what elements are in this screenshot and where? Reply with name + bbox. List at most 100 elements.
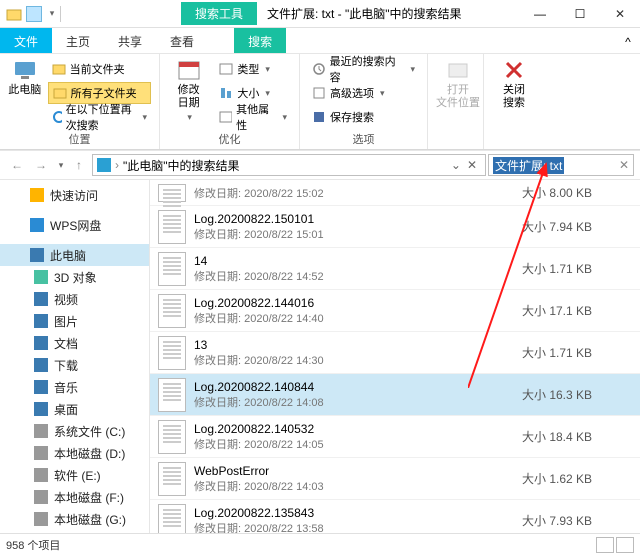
nav-quick-access[interactable]: 快速访问 (0, 184, 149, 206)
maximize-button[interactable]: ☐ (560, 0, 600, 28)
file-modified: 修改日期: 2020/8/22 14:05 (194, 436, 514, 452)
ribbon: 此电脑 当前文件夹 所有子文件夹 在以下位置再次搜索 位置 修改 日期 类型 大… (0, 54, 640, 150)
minimize-button[interactable]: — (520, 0, 560, 28)
file-name: Log.20200822.140532 (194, 422, 514, 436)
folder-icon (6, 6, 22, 22)
file-size: 大小 1.71 KB (522, 260, 632, 277)
ribbon-tabs: 文件 主页 共享 查看 搜索 ^ (0, 28, 640, 54)
nav-up-button[interactable]: ↑ (68, 154, 90, 176)
other-props-button[interactable]: 其他属性 (215, 106, 291, 128)
file-name: WebPostError (194, 464, 514, 478)
open-location-button[interactable]: 打开 文件位置 (436, 58, 480, 110)
tab-search[interactable]: 搜索 (234, 28, 286, 53)
group-location-label: 位置 (8, 129, 151, 147)
file-icon (158, 184, 186, 202)
close-search-button[interactable]: 关闭 搜索 (492, 58, 536, 110)
search-again-button[interactable]: 在以下位置再次搜索 (48, 106, 151, 128)
ribbon-collapse-icon[interactable]: ^ (616, 28, 640, 56)
nav-music[interactable]: 音乐 (0, 376, 149, 398)
this-pc-label: 此电脑 (8, 84, 41, 97)
list-item[interactable]: 14 修改日期: 2020/8/22 14:52 大小 1.71 KB (150, 248, 640, 290)
file-icon (158, 378, 186, 412)
nav-disk-f[interactable]: 本地磁盘 (F:) (0, 486, 149, 508)
nav-disk-h[interactable]: 本地磁盘 (H:) (0, 530, 149, 533)
file-icon (158, 336, 186, 370)
path-box[interactable]: › "此电脑"中的搜索结果 ⌄ ✕ (92, 154, 486, 176)
window-title: 文件扩展: txt - "此电脑"中的搜索结果 (267, 5, 462, 22)
tab-file[interactable]: 文件 (0, 28, 52, 53)
tab-home[interactable]: 主页 (52, 28, 104, 53)
nav-back-button[interactable]: ← (6, 154, 28, 176)
nav-3d-objects[interactable]: 3D 对象 (0, 266, 149, 288)
results-list: 修改日期: 2020/8/22 15:02 大小 8.00 KB Log.202… (150, 180, 640, 533)
list-item[interactable]: Log.20200822.140532 修改日期: 2020/8/22 14:0… (150, 416, 640, 458)
file-size: 大小 18.4 KB (522, 428, 632, 445)
file-modified: 修改日期: 2020/8/22 14:30 (194, 352, 514, 368)
file-size: 大小 1.71 KB (522, 344, 632, 361)
search-input[interactable]: 文件扩展: txt ✕ (488, 154, 634, 176)
advanced-options-button[interactable]: 高级选项 (308, 82, 419, 104)
file-name: Log.20200822.135843 (194, 506, 514, 520)
clear-search-icon[interactable]: ✕ (619, 158, 629, 172)
file-size: 大小 16.3 KB (522, 386, 632, 403)
file-size: 大小 1.62 KB (522, 470, 632, 487)
file-icon (158, 420, 186, 454)
divider (60, 6, 61, 22)
group-options-label: 选项 (308, 129, 419, 147)
file-modified: 修改日期: 2020/8/22 14:03 (194, 478, 514, 494)
nav-disk-d[interactable]: 本地磁盘 (D:) (0, 442, 149, 464)
list-item[interactable]: Log.20200822.135843 修改日期: 2020/8/22 13:5… (150, 500, 640, 533)
kind-button[interactable]: 类型 (215, 58, 291, 80)
file-icon (158, 252, 186, 286)
qat-dropdown[interactable] (46, 6, 56, 22)
qat-icon[interactable] (26, 6, 42, 22)
this-pc-button[interactable]: 此电脑 (8, 58, 42, 128)
file-name: 14 (194, 254, 514, 268)
details-view-button[interactable] (596, 537, 614, 553)
nav-disk-e[interactable]: 软件 (E:) (0, 464, 149, 486)
nav-pictures[interactable]: 图片 (0, 310, 149, 332)
stop-icon[interactable]: ✕ (463, 158, 481, 172)
file-size: 大小 7.94 KB (522, 218, 632, 235)
nav-this-pc[interactable]: 此电脑 (0, 244, 149, 266)
current-folder-button[interactable]: 当前文件夹 (48, 58, 151, 80)
nav-history-button[interactable] (54, 154, 66, 176)
nav-forward-button[interactable]: → (30, 154, 52, 176)
file-icon (158, 462, 186, 496)
save-search-button[interactable]: 保存搜索 (308, 106, 419, 128)
nav-videos[interactable]: 视频 (0, 288, 149, 310)
path-dropdown-icon[interactable]: ⌄ (451, 158, 461, 172)
file-name: Log.20200822.144016 (194, 296, 514, 310)
nav-disk-c[interactable]: 系统文件 (C:) (0, 420, 149, 442)
file-icon (158, 210, 186, 244)
nav-downloads[interactable]: 下载 (0, 354, 149, 376)
item-count: 958 个项目 (6, 537, 60, 553)
list-item[interactable]: 13 修改日期: 2020/8/22 14:30 大小 1.71 KB (150, 332, 640, 374)
large-icons-button[interactable] (616, 537, 634, 553)
nav-wps[interactable]: WPS网盘 (0, 214, 149, 236)
nav-disk-g[interactable]: 本地磁盘 (G:) (0, 508, 149, 530)
file-modified: 修改日期: 2020/8/22 15:01 (194, 226, 514, 242)
recent-searches-button[interactable]: 最近的搜索内容 (308, 58, 419, 80)
tab-view[interactable]: 查看 (156, 28, 208, 53)
file-modified: 修改日期: 2020/8/22 13:58 (194, 520, 514, 534)
date-modified-button[interactable]: 修改 日期 (168, 58, 209, 128)
file-modified: 修改日期: 2020/8/22 14:52 (194, 268, 514, 284)
file-size: 大小 17.1 KB (522, 302, 632, 319)
nav-pane: 快速访问 WPS网盘 此电脑 3D 对象 视频 图片 文档 下载 音乐 桌面 系… (0, 180, 150, 533)
list-item[interactable]: Log.20200822.144016 修改日期: 2020/8/22 14:4… (150, 290, 640, 332)
list-item[interactable]: 修改日期: 2020/8/22 15:02 大小 8.00 KB (150, 180, 640, 206)
title-bar: 搜索工具 文件扩展: txt - "此电脑"中的搜索结果 — ☐ ✕ (0, 0, 640, 28)
file-name: Log.20200822.150101 (194, 212, 514, 226)
list-item[interactable]: Log.20200822.140844 修改日期: 2020/8/22 14:0… (150, 374, 640, 416)
close-button[interactable]: ✕ (600, 0, 640, 28)
list-item[interactable]: WebPostError 修改日期: 2020/8/22 14:03 大小 1.… (150, 458, 640, 500)
file-modified: 修改日期: 2020/8/22 14:08 (194, 394, 514, 410)
file-icon (158, 504, 186, 534)
file-size: 大小 7.93 KB (522, 512, 632, 529)
tab-share[interactable]: 共享 (104, 28, 156, 53)
status-bar: 958 个项目 (0, 533, 640, 555)
nav-documents[interactable]: 文档 (0, 332, 149, 354)
list-item[interactable]: Log.20200822.150101 修改日期: 2020/8/22 15:0… (150, 206, 640, 248)
nav-desktop[interactable]: 桌面 (0, 398, 149, 420)
